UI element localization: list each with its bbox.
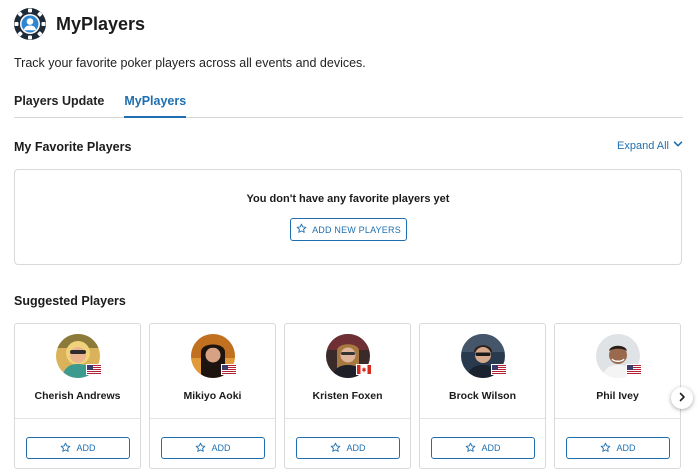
- add-new-players-label: ADD NEW PLAYERS: [312, 224, 401, 235]
- player-name: Cherish Andrews: [34, 390, 121, 402]
- tab-bar: Players Update MyPlayers: [14, 94, 683, 118]
- tab-players-update[interactable]: Players Update: [14, 94, 104, 117]
- star-outline-icon: [195, 442, 211, 455]
- star-outline-icon: [296, 223, 312, 236]
- usa-flag-icon: [491, 364, 507, 375]
- player-name: Brock Wilson: [449, 390, 516, 402]
- tab-myplayers[interactable]: MyPlayers: [124, 94, 187, 118]
- player-card: Kristen Foxen ADD: [284, 323, 411, 469]
- usa-flag-icon: [221, 364, 237, 375]
- player-card: Brock Wilson ADD: [419, 323, 546, 469]
- favorite-players-heading: My Favorite Players: [14, 140, 132, 154]
- add-player-button[interactable]: ADD: [161, 437, 265, 459]
- empty-message: You don't have any favorite players yet: [246, 193, 450, 205]
- add-player-button[interactable]: ADD: [431, 437, 535, 459]
- add-label: ADD: [481, 443, 501, 453]
- chevron-down-icon: [669, 139, 683, 152]
- player-name: Mikiyo Aoki: [183, 390, 242, 402]
- poker-chip-person-icon: [14, 8, 46, 40]
- add-player-button[interactable]: ADD: [26, 437, 130, 459]
- player-card: Phil Ivey ADD: [554, 323, 681, 469]
- expand-all-link[interactable]: Expand All: [617, 139, 683, 152]
- page-subtitle: Track your favorite poker players across…: [14, 56, 366, 70]
- star-outline-icon: [330, 442, 346, 455]
- player-name: Phil Ivey: [596, 390, 639, 402]
- chevron-right-icon: [677, 389, 687, 407]
- suggested-players-heading: Suggested Players: [14, 294, 126, 308]
- expand-all-label: Expand All: [617, 139, 669, 152]
- add-label: ADD: [76, 443, 96, 453]
- player-card: Cherish Andrews ADD: [14, 323, 141, 469]
- usa-flag-icon: [86, 364, 102, 375]
- favorites-empty-state: You don't have any favorite players yet …: [14, 169, 682, 265]
- player-card: Mikiyo Aoki ADD: [149, 323, 276, 469]
- canada-flag-icon: [356, 364, 372, 375]
- app-header: MyPlayers: [14, 8, 145, 40]
- app-title: MyPlayers: [56, 13, 146, 34]
- star-outline-icon: [600, 442, 616, 455]
- add-new-players-button[interactable]: ADD NEW PLAYERS: [290, 218, 407, 241]
- add-label: ADD: [346, 443, 366, 453]
- player-name: Kristen Foxen: [312, 390, 383, 402]
- star-outline-icon: [465, 442, 481, 455]
- add-player-button[interactable]: ADD: [296, 437, 400, 459]
- carousel-next-button[interactable]: [671, 387, 693, 409]
- add-label: ADD: [616, 443, 636, 453]
- star-outline-icon: [60, 442, 76, 455]
- add-player-button[interactable]: ADD: [566, 437, 670, 459]
- usa-flag-icon: [626, 364, 642, 375]
- add-label: ADD: [211, 443, 231, 453]
